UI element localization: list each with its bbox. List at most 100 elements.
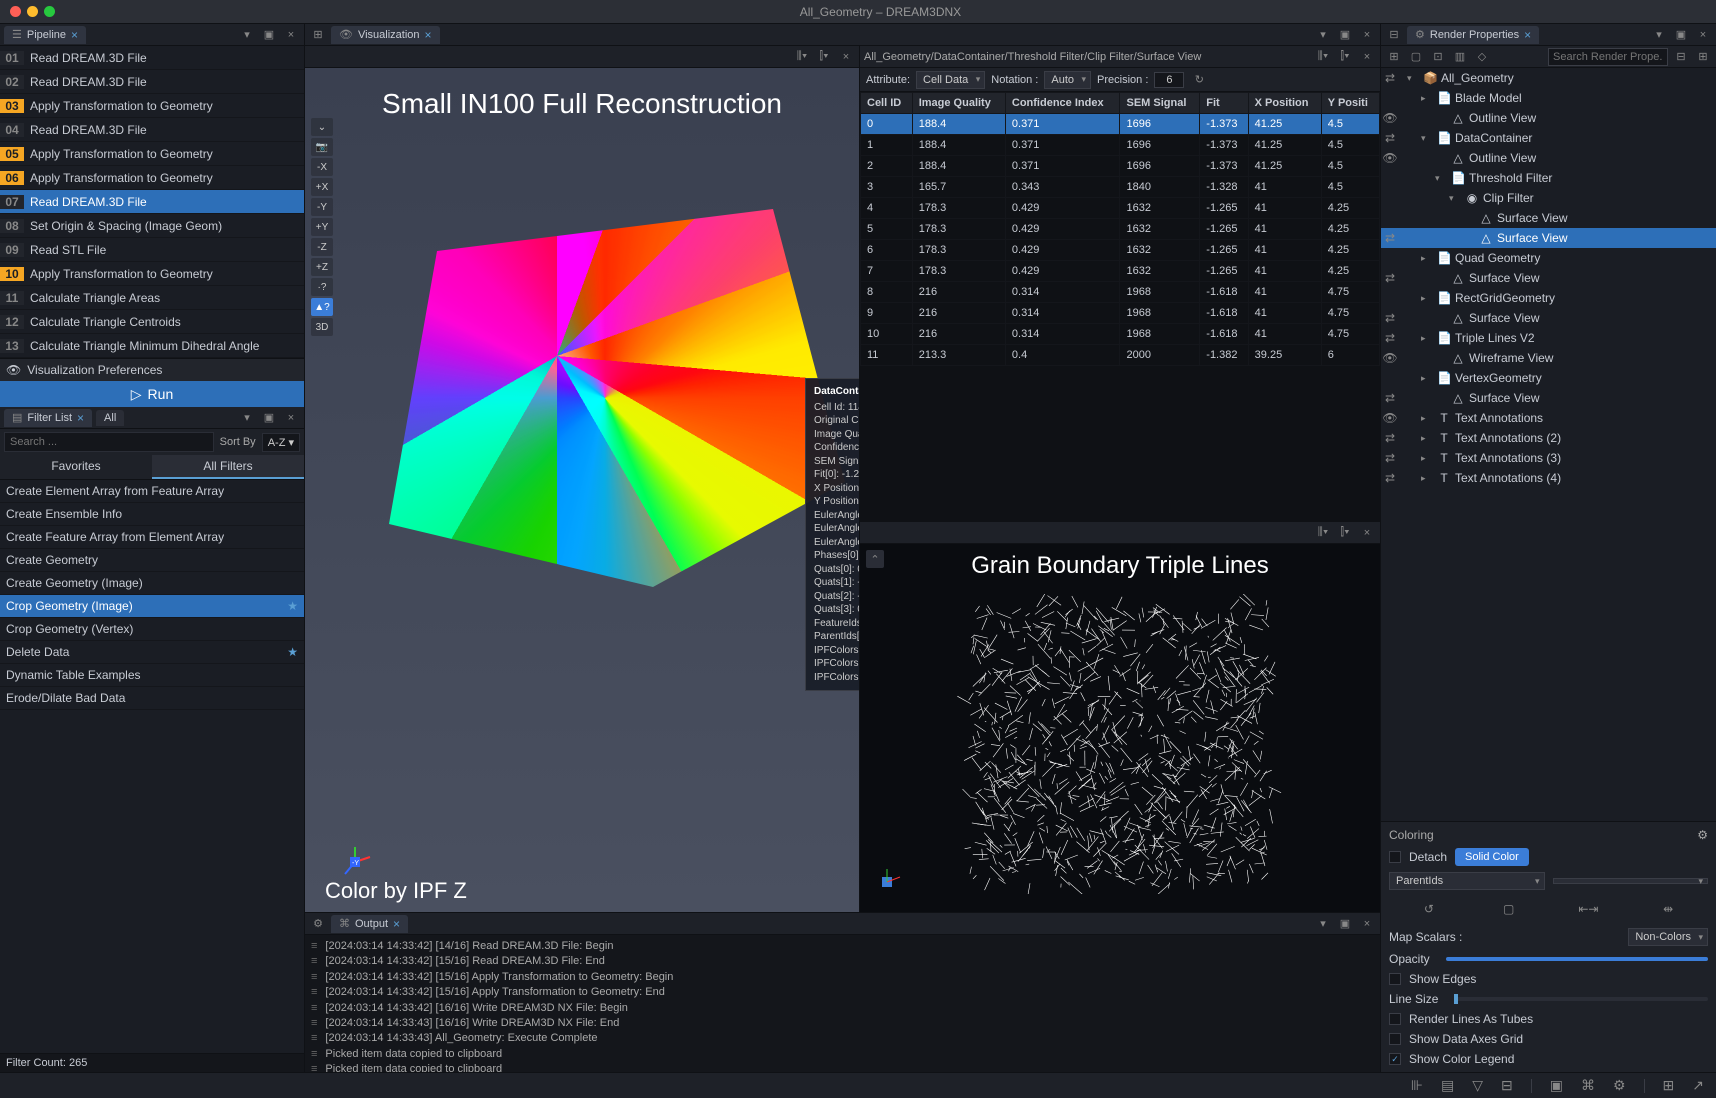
table-row[interactable]: 7178.30.4291632-1.265414.25	[861, 261, 1380, 282]
visibility-toggle[interactable]: 👁	[1381, 351, 1399, 365]
collapse-icon[interactable]: ⊟	[1672, 48, 1690, 66]
data-table[interactable]: Cell IDImage QualityConfidence IndexSEM …	[860, 92, 1380, 366]
visibility-toggle[interactable]: 👁	[1381, 151, 1399, 165]
view-tool[interactable]: +Y	[311, 218, 333, 236]
view-tool[interactable]: -X	[311, 158, 333, 176]
pipeline-step[interactable]: 05Apply Transformation to Geometry	[0, 142, 304, 166]
table-row[interactable]: 4178.30.4291632-1.265414.25	[861, 198, 1380, 219]
reset-icon[interactable]: ↺	[1420, 900, 1438, 918]
visibility-toggle[interactable]: ⇄	[1381, 331, 1399, 345]
filter-item[interactable]: Crop Geometry (Image)★	[0, 595, 304, 618]
axis-gizmo[interactable]	[872, 867, 902, 900]
close-icon[interactable]: ×	[425, 28, 432, 42]
tree-node[interactable]: ▸📄VertexGeometry	[1381, 368, 1716, 388]
visualization-preferences[interactable]: 👁 Visualization Preferences	[0, 358, 304, 381]
tree-node[interactable]: ⇄△Surface View	[1381, 308, 1716, 328]
tree-search-input[interactable]	[1548, 48, 1668, 66]
status-icon[interactable]: ⌘	[1581, 1077, 1595, 1094]
tree-tool[interactable]: ▢	[1407, 48, 1425, 66]
view-tool[interactable]: ·?	[311, 278, 333, 296]
close-panel-icon[interactable]: ×	[1358, 26, 1376, 44]
favorites-tab[interactable]: Favorites	[0, 455, 152, 479]
layout-icon[interactable]: ▣	[1336, 26, 1354, 44]
tree-node[interactable]: ▸📄Quad Geometry	[1381, 248, 1716, 268]
view-tool[interactable]: 📷	[311, 138, 333, 156]
gear-icon[interactable]: ⚙	[309, 915, 327, 933]
split-v-icon[interactable]: ⫿▾	[1336, 524, 1354, 542]
close-icon[interactable]: ×	[393, 917, 400, 931]
table-row[interactable]: 92160.3141968-1.618414.75	[861, 303, 1380, 324]
render-props-tab[interactable]: ⚙ Render Properties ×	[1407, 26, 1539, 44]
table-row[interactable]: 5178.30.4291632-1.265414.25	[861, 219, 1380, 240]
search-input[interactable]	[4, 432, 214, 452]
filter-item[interactable]: Create Geometry (Image)	[0, 572, 304, 595]
view-tool[interactable]: +X	[311, 178, 333, 196]
view-tool[interactable]: ▲?	[311, 298, 333, 316]
attribute-select[interactable]: Cell Data	[916, 71, 985, 89]
tree-tool[interactable]: ⊡	[1429, 48, 1447, 66]
visibility-toggle[interactable]: ⇄	[1381, 451, 1399, 465]
range-icon[interactable]: ▢	[1500, 900, 1518, 918]
close-icon[interactable]: ×	[77, 411, 84, 425]
tree-node[interactable]: ⇄▾📦All_Geometry	[1381, 68, 1716, 88]
zoom-window[interactable]	[44, 6, 55, 17]
tree-node[interactable]: ⇄▸TText Annotations (2)	[1381, 428, 1716, 448]
chevron-down-icon[interactable]: ▾	[1314, 26, 1332, 44]
visibility-toggle[interactable]: ⇄	[1381, 231, 1399, 245]
all-tab[interactable]: All	[96, 410, 124, 426]
close-view-icon[interactable]: ×	[837, 48, 855, 66]
vis-tool-icon[interactable]: ⊞	[309, 26, 327, 44]
opacity-slider[interactable]	[1446, 957, 1708, 961]
status-icon[interactable]: ▽	[1472, 1077, 1483, 1094]
tree-node[interactable]: ▾◉Clip Filter	[1381, 188, 1716, 208]
tree-tool[interactable]: ◇	[1473, 48, 1491, 66]
pipeline-step[interactable]: 10Apply Transformation to Geometry	[0, 262, 304, 286]
custom-icon[interactable]: ⇹	[1659, 900, 1677, 918]
status-icon[interactable]: ↗	[1692, 1077, 1704, 1094]
tubes-checkbox[interactable]	[1389, 1013, 1401, 1025]
table-row[interactable]: 82160.3141968-1.618414.75	[861, 282, 1380, 303]
pipeline-step[interactable]: 08Set Origin & Spacing (Image Geom)	[0, 214, 304, 238]
output-tab[interactable]: ⌘ Output ×	[331, 915, 408, 933]
chevron-down-icon[interactable]: ▾	[238, 409, 256, 427]
pipeline-step[interactable]: 13Calculate Triangle Minimum Dihedral An…	[0, 334, 304, 358]
tree-node[interactable]: ▾📄Threshold Filter	[1381, 168, 1716, 188]
solid-color-button[interactable]: Solid Color	[1455, 848, 1529, 866]
view-tool[interactable]: +Z	[311, 258, 333, 276]
filter-item[interactable]: Create Geometry	[0, 549, 304, 572]
tree-node[interactable]: ▸📄Blade Model	[1381, 88, 1716, 108]
pipeline-step[interactable]: 11Calculate Triangle Areas	[0, 286, 304, 310]
table-row[interactable]: 1188.40.3711696-1.37341.254.5	[861, 135, 1380, 156]
table-row[interactable]: 0188.40.3711696-1.37341.254.5	[861, 114, 1380, 135]
close-view-icon[interactable]: ×	[1358, 48, 1376, 66]
triple-lines-viewport[interactable]: ⌃ Grain Boundary Triple Lines	[860, 544, 1380, 912]
tree-node[interactable]: ⇄▸📄Triple Lines V2	[1381, 328, 1716, 348]
visibility-toggle[interactable]: ⇄	[1381, 271, 1399, 285]
pipeline-step[interactable]: 03Apply Transformation to Geometry	[0, 94, 304, 118]
filter-item[interactable]: Crop Geometry (Vertex)	[0, 618, 304, 641]
table-row[interactable]: 6178.30.4291632-1.265414.25	[861, 240, 1380, 261]
visibility-toggle[interactable]: ⇄	[1381, 71, 1399, 85]
output-log[interactable]: ≡[2024:03:14 14:33:42] [14/16] Read DREA…	[305, 935, 1380, 1072]
visibility-toggle[interactable]: 👁	[1381, 111, 1399, 125]
pipeline-step[interactable]: 04Read DREAM.3D File	[0, 118, 304, 142]
pipeline-step[interactable]: 12Calculate Triangle Centroids	[0, 310, 304, 334]
status-icon[interactable]: ▤	[1441, 1077, 1454, 1094]
close-view-icon[interactable]: ×	[1358, 524, 1376, 542]
tree-node[interactable]: 👁△Outline View	[1381, 108, 1716, 128]
filter-item[interactable]: Create Ensemble Info	[0, 503, 304, 526]
mapscalars-select[interactable]: Non-Colors	[1628, 928, 1708, 946]
visibility-toggle[interactable]: ⇄	[1381, 131, 1399, 145]
pipeline-step[interactable]: 01Read DREAM.3D File	[0, 46, 304, 70]
chevron-down-icon[interactable]: ▾	[1314, 915, 1332, 933]
tree-tool[interactable]: ▥	[1451, 48, 1469, 66]
render-tree[interactable]: ⇄▾📦All_Geometry▸📄Blade Model👁△Outline Vi…	[1381, 68, 1716, 821]
pipeline-step[interactable]: 06Apply Transformation to Geometry	[0, 166, 304, 190]
viewport-3d[interactable]: Small IN100 Full Reconstruction ⌄📷-X+X-Y…	[305, 68, 859, 912]
component-select[interactable]	[1553, 878, 1709, 884]
filter-item[interactable]: Create Element Array from Feature Array	[0, 480, 304, 503]
allfilters-tab[interactable]: All Filters	[152, 455, 304, 479]
visibility-toggle[interactable]: 👁	[1381, 411, 1399, 425]
status-icon[interactable]: ▣	[1550, 1077, 1563, 1094]
status-icon[interactable]: ⊞	[1663, 1077, 1675, 1094]
